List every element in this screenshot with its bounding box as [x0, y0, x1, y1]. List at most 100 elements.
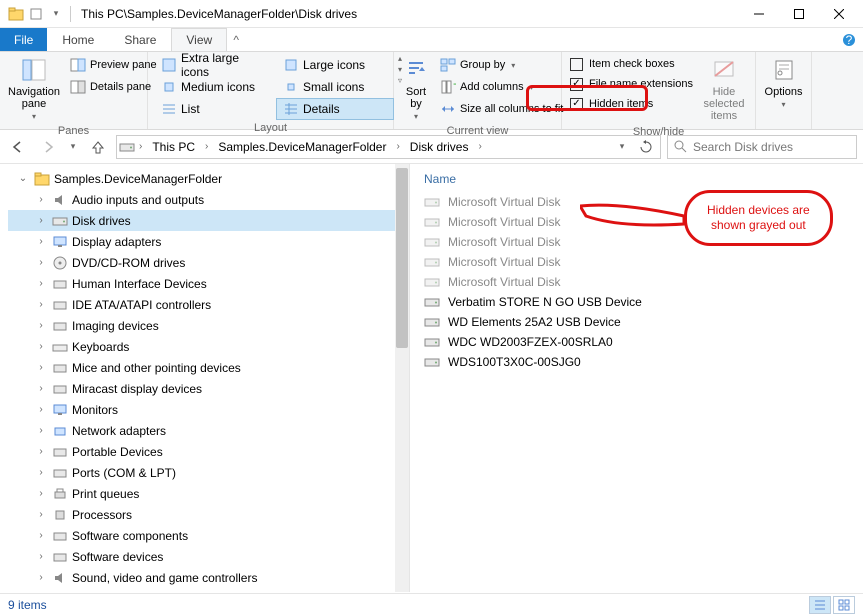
tree-item[interactable]: ›Display adapters — [8, 231, 409, 252]
expand-icon[interactable]: › — [34, 572, 48, 583]
list-item[interactable]: Microsoft Virtual Disk — [420, 272, 863, 292]
breadcrumb-seg[interactable]: Disk drives — [404, 136, 475, 158]
up-button[interactable] — [86, 135, 110, 159]
tree-item[interactable]: ›Network adapters — [8, 420, 409, 441]
disk-drive-icon — [424, 354, 440, 370]
tree-item[interactable]: ›Software components — [8, 525, 409, 546]
tree-item[interactable]: ›Ports (COM & LPT) — [8, 462, 409, 483]
tree-item[interactable]: ›Processors — [8, 504, 409, 525]
tree-item[interactable]: ›Print queues — [8, 483, 409, 504]
tree-item[interactable]: ›Miracast display devices — [8, 378, 409, 399]
chevron-right-icon[interactable]: › — [392, 141, 403, 152]
expand-icon[interactable]: › — [34, 467, 48, 478]
expand-icon[interactable]: › — [34, 320, 48, 331]
refresh-button[interactable] — [634, 140, 658, 154]
navigation-pane-icon — [20, 56, 48, 84]
expand-icon[interactable]: › — [34, 194, 48, 205]
expand-icon[interactable]: › — [34, 383, 48, 394]
tree-item[interactable]: ›Portable Devices — [8, 441, 409, 462]
qat-dropdown-icon[interactable]: ▾ — [48, 6, 64, 22]
expand-icon[interactable]: › — [34, 362, 48, 373]
size-all-label: Size all columns to fit — [460, 103, 563, 115]
breadcrumb-seg[interactable]: This PC — [146, 136, 201, 158]
tree-item[interactable]: ›Audio inputs and outputs — [8, 189, 409, 210]
tree-item[interactable]: ›IDE ATA/ATAPI controllers — [8, 294, 409, 315]
tree-item[interactable]: ›DVD/CD-ROM drives — [8, 252, 409, 273]
navigation-tree[interactable]: ⌄ Samples.DeviceManagerFolder ›Audio inp… — [0, 164, 410, 592]
expand-icon[interactable]: › — [34, 299, 48, 310]
expand-icon[interactable]: › — [34, 530, 48, 541]
expand-icon[interactable]: › — [34, 551, 48, 562]
expand-icon[interactable]: › — [34, 215, 48, 226]
expand-icon[interactable]: › — [34, 236, 48, 247]
details-view-button[interactable] — [809, 596, 831, 614]
layout-option-list[interactable]: List — [154, 98, 272, 120]
breadcrumb-seg[interactable]: Samples.DeviceManagerFolder — [212, 136, 392, 158]
layout-option-medium-icons[interactable]: Medium icons — [154, 76, 272, 98]
tab-home[interactable]: Home — [47, 28, 109, 51]
chevron-right-icon[interactable]: › — [201, 141, 212, 152]
tree-item[interactable]: ›Imaging devices — [8, 315, 409, 336]
list-item[interactable]: WDS100T3X0C-00SJG0 — [420, 352, 863, 372]
size-all-columns-button[interactable]: Size all columns to fit — [436, 98, 567, 120]
chevron-right-icon[interactable]: › — [135, 141, 146, 152]
preview-pane-button[interactable]: Preview pane — [66, 54, 161, 76]
tree-item[interactable]: ›Storage controllers — [8, 588, 409, 592]
options-button[interactable]: Options ▾ — [762, 54, 805, 111]
column-header-name[interactable]: Name — [420, 170, 863, 192]
layout-option-large-icons[interactable]: Large icons — [276, 54, 394, 76]
tree-item[interactable]: ›Disk drives — [8, 210, 409, 231]
expand-icon[interactable]: › — [34, 341, 48, 352]
properties-icon[interactable] — [28, 6, 44, 22]
search-icon — [674, 140, 687, 153]
ribbon-collapse-icon[interactable]: ^ — [227, 28, 245, 51]
tab-view[interactable]: View — [171, 28, 227, 51]
details-pane-button[interactable]: Details pane — [66, 76, 161, 98]
list-item[interactable]: WDC WD2003FZEX-00SRLA0 — [420, 332, 863, 352]
forward-button[interactable] — [36, 135, 60, 159]
help-icon[interactable]: ? — [835, 28, 863, 51]
expand-icon[interactable]: › — [34, 404, 48, 415]
layout-option-details[interactable]: Details — [276, 98, 394, 120]
back-button[interactable] — [6, 135, 30, 159]
layout-option-extra-large-icons[interactable]: Extra large icons — [154, 54, 272, 76]
list-item[interactable]: Microsoft Virtual Disk — [420, 252, 863, 272]
maximize-button[interactable] — [779, 0, 819, 28]
tree-item[interactable]: ›Software devices — [8, 546, 409, 567]
recent-locations-button[interactable]: ▾ — [66, 135, 80, 159]
tree-item-label: Mice and other pointing devices — [72, 361, 241, 375]
hidden-items-toggle[interactable]: ✓Hidden items — [568, 94, 695, 114]
item-check-boxes-toggle[interactable]: Item check boxes — [568, 54, 695, 74]
large-icons-view-button[interactable] — [833, 596, 855, 614]
close-button[interactable] — [819, 0, 859, 28]
hide-selected-items-button[interactable]: Hide selected items — [699, 54, 749, 124]
expand-icon[interactable]: › — [34, 446, 48, 457]
sort-by-button[interactable]: Sort by ▾ — [400, 54, 432, 123]
tree-root[interactable]: ⌄ Samples.DeviceManagerFolder — [8, 168, 409, 189]
layout-option-small-icons[interactable]: Small icons — [276, 76, 394, 98]
file-name-extensions-toggle[interactable]: ✓File name extensions — [568, 74, 695, 94]
group-by-button[interactable]: Group by▾ — [436, 54, 567, 76]
collapse-icon[interactable]: ⌄ — [16, 173, 30, 184]
tree-item[interactable]: ›Human Interface Devices — [8, 273, 409, 294]
scrollbar-thumb[interactable] — [396, 168, 408, 348]
navigation-pane-button[interactable]: Navigation pane ▾ — [6, 54, 62, 123]
list-item[interactable]: WD Elements 25A2 USB Device — [420, 312, 863, 332]
expand-icon[interactable]: › — [34, 257, 48, 268]
expand-icon[interactable]: › — [34, 509, 48, 520]
add-columns-button[interactable]: +Add columns▾ — [436, 76, 567, 98]
tree-item[interactable]: ›Monitors — [8, 399, 409, 420]
expand-icon[interactable]: › — [34, 488, 48, 499]
tab-file[interactable]: File — [0, 28, 47, 51]
tree-item[interactable]: › Mice and other pointing devices — [8, 357, 409, 378]
tree-item[interactable]: ›Sound, video and game controllers — [8, 567, 409, 588]
scrollbar[interactable] — [395, 164, 409, 592]
list-item[interactable]: Verbatim STORE N GO USB Device — [420, 292, 863, 312]
expand-icon[interactable]: › — [34, 278, 48, 289]
tree-item[interactable]: ›Keyboards — [8, 336, 409, 357]
expand-icon[interactable]: › — [34, 425, 48, 436]
chevron-right-icon[interactable]: › — [474, 141, 485, 152]
minimize-button[interactable] — [739, 0, 779, 28]
tab-share[interactable]: Share — [109, 28, 171, 51]
address-dropdown-icon[interactable]: ▾ — [610, 141, 634, 152]
